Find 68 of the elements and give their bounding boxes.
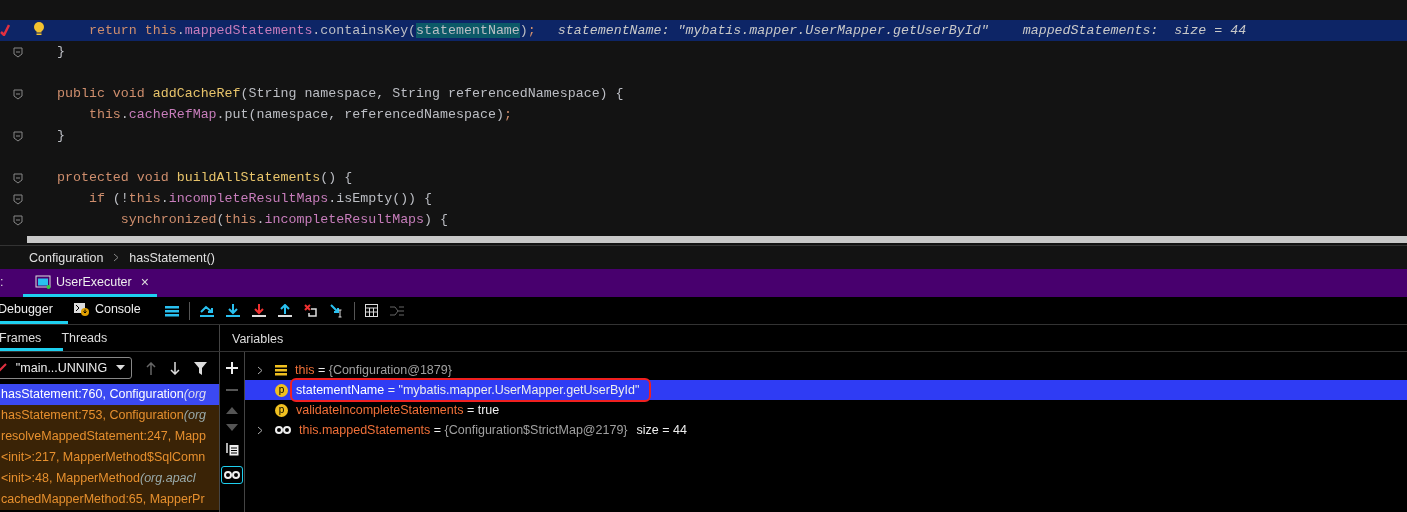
triangle-down-icon[interactable]: [226, 424, 238, 432]
expand-icon[interactable]: [257, 365, 263, 375]
step-over-icon[interactable]: [199, 303, 214, 318]
stack-frame[interactable]: cachedMapperMethod:65, MapperPr: [0, 489, 219, 510]
menu-icon[interactable]: [164, 304, 179, 317]
variable-text: this = {Configuration@1879}: [294, 362, 453, 378]
stack-frame[interactable]: <init>:217, MapperMethod$SqlComn: [0, 447, 219, 468]
panel-tab[interactable]: Frames: [0, 325, 64, 351]
code-line: }: [57, 128, 65, 143]
step-out-icon[interactable]: [277, 303, 292, 318]
code-line: if (!this.incompleteResultMaps.isEmpty()) {: [87, 191, 433, 206]
run-to-cursor-icon[interactable]: [329, 303, 344, 318]
step-into-icon[interactable]: [225, 303, 240, 318]
variables-title: Variables: [231, 331, 284, 348]
variable-text: validateIncompleteStatements = true: [295, 402, 501, 418]
calculator-icon[interactable]: [364, 304, 378, 317]
horizontal-scrollbar[interactable]: [27, 236, 1407, 243]
filter-icon[interactable]: [194, 361, 207, 375]
field-icon: [275, 364, 287, 376]
inline-value-hint: mappedStatements: size = 44: [1022, 23, 1247, 38]
parameter-badge: p: [275, 383, 288, 397]
code-line: public void addCacheRef(String namespace, String referencedNamespace) {: [57, 86, 624, 101]
tool-window-title: :: [0, 274, 5, 291]
chevron-icon: [113, 253, 120, 262]
code-line: this.cacheRefMap.put(namespace, referencedNamespace);: [87, 107, 512, 122]
variable-row[interactable]: p statementName = "mybatis.mapper.UserMapper.getUserById": [245, 380, 1407, 400]
window-icon: [35, 274, 51, 289]
copy-icon[interactable]: [225, 442, 239, 456]
stack-frame[interactable]: resolveMappedStatement:247, Mapp: [0, 426, 219, 447]
stack-frame[interactable]: hasStatement:753, Configuration(org: [0, 405, 219, 426]
glasses-icon: [275, 426, 291, 434]
variable-row[interactable]: this.mappedStatements = {Configuration$StrictMap@2179} size = 44: [245, 420, 1407, 440]
triangle-up-icon[interactable]: [226, 406, 238, 414]
expand-icon[interactable]: [257, 425, 263, 435]
code-line: return this.mappedStatements.containsKey(statementName);: [87, 23, 536, 38]
watches-toggle[interactable]: [221, 466, 243, 484]
code-line: protected void buildAllStatements() {: [57, 170, 353, 185]
variable-text: this.mappedStatements = {Configuration$StrictMap@2179} size = 44: [298, 422, 688, 438]
code-line: synchronized(this.incompleteResultMaps) {: [119, 212, 449, 227]
breadcrumb-item[interactable]: Configuration: [29, 250, 104, 265]
fold-icon[interactable]: [13, 130, 23, 142]
up-arrow-icon[interactable]: [146, 361, 156, 375]
console-icon: [73, 302, 90, 316]
stack-frame[interactable]: <init>:48, MapperMethod(org.apacl: [0, 468, 219, 489]
fold-icon[interactable]: [13, 172, 23, 184]
inline-value-hint: statementName: "mybatis.mapper.UserMapper.getUserById": [557, 23, 989, 38]
variable-row[interactable]: p validateIncompleteStatements = true: [245, 400, 1407, 420]
breadcrumb-item[interactable]: hasStatement(): [129, 250, 215, 265]
down-arrow-icon[interactable]: [170, 361, 180, 375]
fold-icon[interactable]: [13, 214, 23, 226]
debug-tab[interactable]: Console: [73, 297, 153, 324]
drop-frame-icon[interactable]: [303, 303, 318, 318]
variable-row[interactable]: this = {Configuration@1879}: [245, 360, 1407, 380]
close-button[interactable]: ×: [140, 273, 149, 290]
lightbulb-icon[interactable]: [33, 21, 45, 37]
fold-icon[interactable]: [13, 46, 23, 58]
thread-dropdown[interactable]: "main...UNNING: [0, 357, 132, 379]
fold-icon[interactable]: [13, 88, 23, 100]
add-icon[interactable]: [226, 362, 238, 374]
parameter-badge: p: [275, 403, 288, 417]
force-step-into-icon[interactable]: [251, 303, 266, 318]
caret-icon: [116, 365, 125, 371]
fold-icon[interactable]: [13, 193, 23, 205]
breakpoint-icon[interactable]: [0, 24, 10, 36]
check-icon: [0, 363, 7, 373]
stack-frame[interactable]: hasStatement:760, Configuration(org: [0, 384, 219, 405]
code-line: }: [57, 44, 65, 59]
glasses-icon: [224, 471, 240, 479]
